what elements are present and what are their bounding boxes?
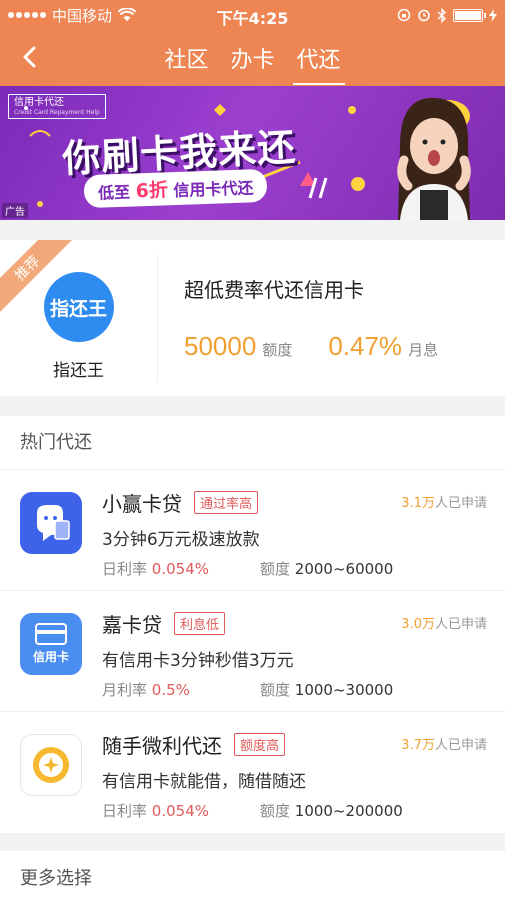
recommended-info: 超低费率代还信用卡 50000 额度 0.47% 月息 (158, 240, 505, 396)
charging-icon (489, 8, 497, 22)
item-rate: 月利率 0.5% (102, 681, 190, 699)
signal-icon (8, 12, 46, 18)
item-desc: 有信用卡3分钟秒借3万元 (102, 651, 294, 671)
wifi-icon (118, 8, 137, 21)
credit-card-icon-label: 信用卡 (32, 650, 69, 664)
item-tag: 利息低 (174, 612, 226, 635)
promo-banner[interactable]: 信用卡代还 Credit Card Repayment Help 你刷卡我来还 低… (0, 86, 505, 220)
item-name: 小赢卡贷 (102, 492, 182, 516)
zhihuanwang-logo: 指还王 (43, 272, 114, 342)
item-name: 嘉卡贷 (102, 613, 162, 637)
status-right (397, 7, 497, 23)
tab-community[interactable]: 社区 (164, 32, 208, 85)
item-limit: 额度 2000~60000 (260, 560, 394, 578)
star-coin-icon (20, 734, 82, 796)
back-arrow-icon[interactable] (16, 42, 46, 72)
item-applicants: 3.7万人已申请 (401, 738, 487, 753)
banner-pill: 低至 6折 信用卡代还 (83, 168, 268, 209)
alarm-icon (418, 9, 430, 22)
list-item[interactable]: 小赢卡贷 通过率高 3分钟6万元极速放款 日利率 0.054% 额度 2000~… (0, 470, 505, 591)
battery-icon (453, 8, 486, 22)
item-applicants: 3.0万人已申请 (401, 617, 487, 632)
credit-card-icon: 信用卡 (20, 613, 82, 675)
recommended-name: 指还王 (53, 361, 104, 381)
ad-label: 广告 (2, 203, 28, 218)
list-item[interactable]: 信用卡 嘉卡贷 利息低 有信用卡3分钟秒借3万元 月利率 0.5% 额度 100… (0, 591, 505, 712)
limit-stat: 50000 额度 (184, 331, 293, 361)
item-rate: 日利率 0.054% (102, 802, 209, 820)
carrier-label: 中国移动 (52, 6, 113, 25)
status-left: 中国移动 (8, 5, 137, 26)
recommended-title: 超低费率代还信用卡 (184, 278, 364, 302)
tab-apply-card[interactable]: 办卡 (230, 32, 274, 85)
hot-section: 热门代还 小赢卡贷 通过率高 3分钟6万元极速放款 日利率 0.054% 额度 … (0, 416, 505, 833)
nav-bar: 社区 办卡 代还 (0, 30, 505, 86)
header: 中国移动 下午4:25 社区 办卡 代还 (0, 0, 505, 86)
item-tag: 额度高 (234, 733, 286, 756)
item-meta: 月利率 0.5% 额度 1000~30000 (102, 679, 487, 700)
rate-stat: 0.47% 月息 (328, 331, 439, 361)
list-item[interactable]: 随手微利代还 额度高 有信用卡就能借，随借随还 日利率 0.054% 额度 10… (0, 712, 505, 833)
recommended-stats: 50000 额度 0.47% 月息 (184, 331, 505, 362)
status-bar: 中国移动 下午4:25 (0, 0, 505, 30)
recommended-card[interactable]: 推荐 指还王 指还王 超低费率代还信用卡 50000 额度 0.47% 月息 (0, 240, 505, 396)
item-rate: 日利率 0.054% (102, 560, 209, 578)
banner-badge: 信用卡代还 Credit Card Repayment Help (8, 94, 106, 120)
robot-card-icon (20, 492, 82, 554)
hot-section-title: 热门代还 (0, 416, 505, 470)
tab-bar: 社区 办卡 代还 (164, 32, 345, 85)
app-root: 中国移动 下午4:25 社区 办卡 代还 信用卡代还 Credit Card R… (0, 0, 505, 900)
item-meta: 日利率 0.054% 额度 2000~60000 (102, 558, 487, 579)
item-limit: 额度 1000~200000 (260, 802, 403, 820)
bluetooth-icon (437, 7, 447, 23)
item-limit: 额度 1000~30000 (260, 681, 394, 699)
more-options-section[interactable]: 更多选择 (0, 851, 505, 900)
model-photo (397, 97, 471, 220)
item-desc: 有信用卡就能借，随借随还 (102, 772, 306, 792)
item-name: 随手微利代还 (102, 734, 222, 758)
item-desc: 3分钟6万元极速放款 (102, 530, 260, 550)
item-meta: 日利率 0.054% 额度 1000~200000 (102, 800, 487, 821)
tab-repay[interactable]: 代还 (292, 32, 345, 85)
item-applicants: 3.1万人已申请 (401, 496, 487, 511)
item-tag: 通过率高 (194, 491, 259, 514)
lock-rotation-icon (397, 8, 411, 22)
